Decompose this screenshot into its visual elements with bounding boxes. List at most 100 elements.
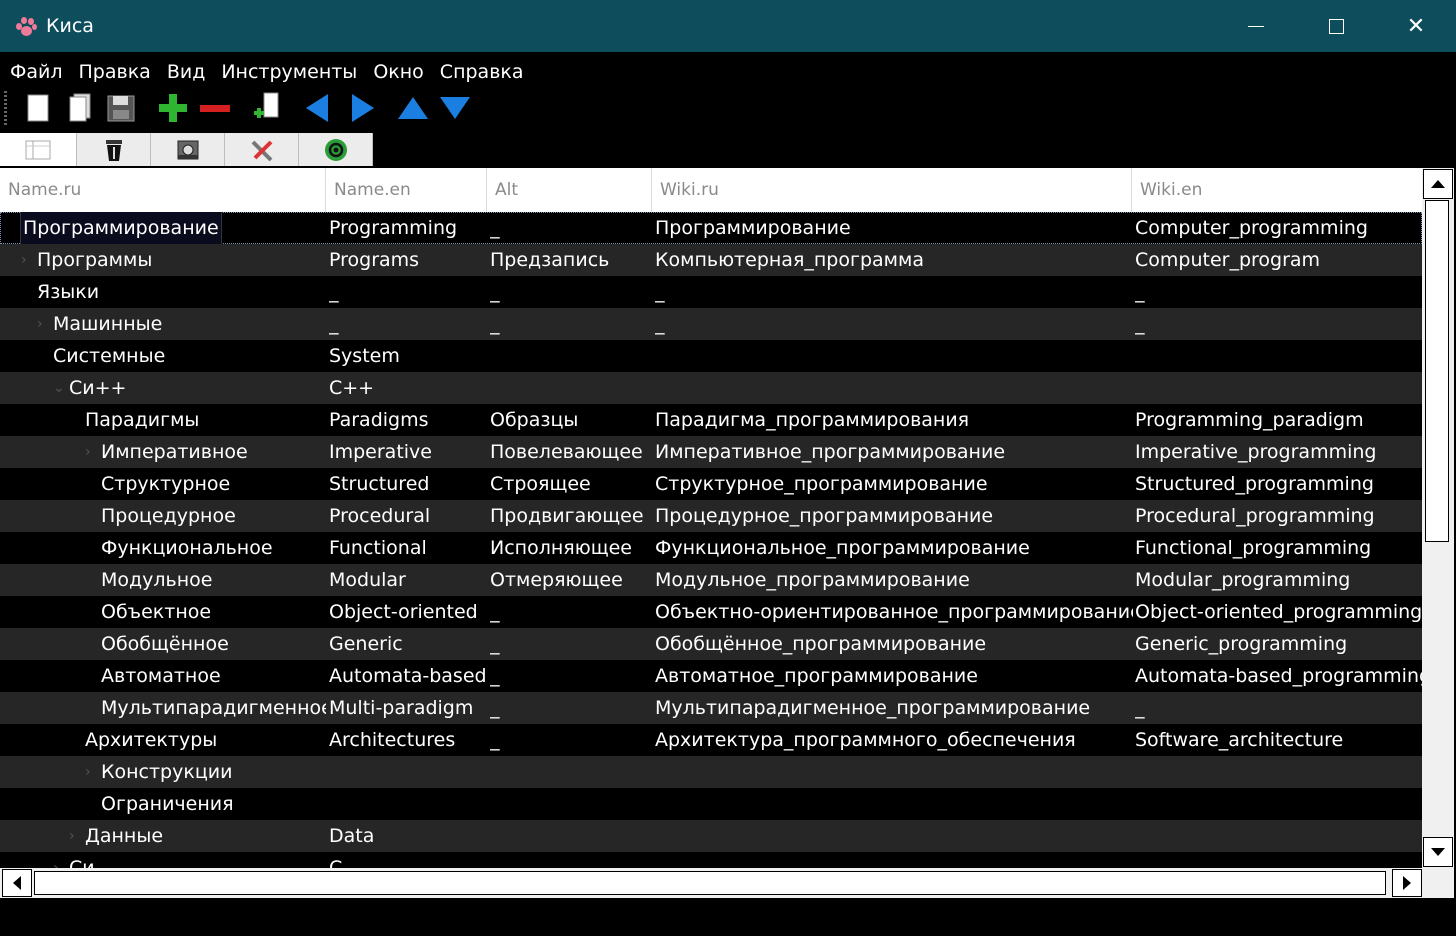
tree-item-label: Обобщённое [101,633,229,655]
table-row[interactable]: Модульное Modular Отмеряющее Модульное_прог… [0,564,1422,596]
tree-item-label: Машинные [53,313,163,335]
column-header-wiki-ru[interactable]: Wiki.ru [652,168,1132,212]
scroll-up-button[interactable] [1423,169,1453,199]
cell-alt: _ [490,601,500,623]
cell-name-ru: › Императивное [0,436,326,468]
menu-help[interactable]: Справка [440,61,524,83]
column-header-name-en[interactable]: Name.en [326,168,487,212]
tree-item-label: Структурное [101,473,231,495]
table-row[interactable]: Языки _ _ _ _ [0,276,1422,308]
back-arrow-icon [306,94,328,122]
cell-alt: _ [490,313,500,335]
cell-name-ru: › Программы [0,244,326,276]
add-button[interactable] [156,91,190,125]
collapse-arrow-icon[interactable]: › [21,244,35,276]
back-button[interactable] [302,91,336,125]
open-document-button[interactable] [64,91,98,125]
cell-name-en: C++ [329,377,375,399]
open-document-icon [69,93,91,122]
import-button[interactable] [250,91,284,125]
tab-list[interactable] [0,133,77,166]
tree-table[interactable]: Name.ru Name.en Alt Wiki.ru Wiki.en Прог… [0,168,1422,868]
close-button[interactable]: ✕ [1376,0,1456,52]
cell-name-en: Object-oriented [329,601,478,623]
scroll-right-button[interactable] [1392,869,1422,897]
table-row[interactable]: Мультипарадигменное Multi-paradigm _ Мульти… [0,692,1422,724]
cell-wiki-en: Computer_program [1135,249,1321,271]
cell-wiki-en [1135,372,1422,404]
table-row[interactable]: Процедурное Procedural Продвигающее Процеду… [0,500,1422,532]
tree-item-label: Языки [37,281,100,303]
table-row[interactable]: Автоматное Automata-based _ Автоматное_прог… [0,660,1422,692]
cell-wiki-ru: _ [655,313,665,335]
table-row[interactable]: › Конструкции [0,756,1422,788]
cell-wiki-ru: Функциональное_программирование [655,537,1030,559]
table-header: Name.ru Name.en Alt Wiki.ru Wiki.en [0,168,1422,212]
table-row[interactable]: Программирование Programming _ Программиров… [0,212,1422,244]
cell-name-ru: Программирование [0,212,326,244]
tools-icon [251,140,272,161]
scroll-left-button[interactable] [2,869,32,897]
table-row[interactable]: Функциональное Functional Исполняющее Функц… [0,532,1422,564]
cell-alt: Отмеряющее [490,569,623,591]
horizontal-scroll-thumb[interactable] [34,871,1386,895]
vertical-scroll-thumb[interactable] [1425,200,1449,542]
table-row[interactable]: › Си C [0,852,1422,868]
cell-alt [490,820,652,852]
move-down-button[interactable] [438,91,472,125]
menu-tools[interactable]: Инструменты [221,61,357,83]
table-row[interactable]: › Программы Programs Предзапись Компьютерная… [0,244,1422,276]
cell-name-en: Procedural [329,505,431,527]
cell-wiki-ru [655,340,1133,372]
horizontal-scrollbar[interactable] [0,868,1422,898]
maximize-button[interactable] [1296,0,1376,52]
vertical-scrollbar[interactable] [1422,168,1454,868]
table-row[interactable]: Объектное Object-oriented _ Объектно-ориент… [0,596,1422,628]
cell-alt: _ [490,665,500,687]
expand-arrow-icon[interactable]: ⌄ [53,372,67,404]
collapse-arrow-icon[interactable]: › [37,308,51,340]
table-row[interactable]: › Машинные _ _ _ _ [0,308,1422,340]
cell-name-ru: › Машинные [0,308,326,340]
menu-file[interactable]: Файл [10,61,63,83]
table-row[interactable]: Обобщённое Generic _ Обобщённое_программиро… [0,628,1422,660]
menu-edit[interactable]: Правка [79,61,151,83]
scroll-down-button[interactable] [1423,837,1453,867]
save-button[interactable] [104,91,138,125]
collapse-arrow-icon[interactable]: › [85,756,99,788]
table-row[interactable]: › Данные Data [0,820,1422,852]
table-row[interactable]: Ограничения [0,788,1422,820]
table-row[interactable]: ⌄ Си++ C++ [0,372,1422,404]
menu-window[interactable]: Окно [373,61,423,83]
cell-wiki-en: Procedural_programming [1135,505,1375,527]
column-header-wiki-en[interactable]: Wiki.en [1132,168,1422,212]
tab-database[interactable] [151,133,225,166]
table-row[interactable]: Структурное Structured Строящее Структурное… [0,468,1422,500]
move-up-button[interactable] [396,91,430,125]
tab-trash[interactable] [77,133,151,166]
cell-wiki-en: _ [1135,281,1145,303]
collapse-arrow-icon[interactable]: › [53,852,67,868]
collapse-arrow-icon[interactable]: › [69,820,83,852]
table-row[interactable]: Архитектуры Architectures _ Архитектура_про… [0,724,1422,756]
table-row[interactable]: › Императивное Imperative Повелевающее Импер… [0,436,1422,468]
tree-item-label: Си++ [69,377,127,399]
table-row[interactable]: Системные System [0,340,1422,372]
cell-name-en: C [329,857,343,868]
forward-button[interactable] [344,91,378,125]
tab-email[interactable] [299,133,373,166]
table-row[interactable]: Парадигмы Paradigms Образцы Парадигма_прогр… [0,404,1422,436]
cell-wiki-en: Software_architecture [1135,729,1344,751]
column-header-alt[interactable]: Alt [487,168,652,212]
new-document-button[interactable] [22,91,56,125]
column-header-name-ru[interactable]: Name.ru [0,168,326,212]
tab-tools[interactable] [225,133,299,166]
minimize-button[interactable] [1216,0,1296,52]
collapse-arrow-icon[interactable]: › [85,436,99,468]
remove-button[interactable] [198,91,232,125]
cell-name-en: Paradigms [329,409,429,431]
database-icon [177,140,198,159]
toolbar-grip[interactable] [4,91,7,125]
menu-view[interactable]: Вид [167,61,206,83]
cell-alt [490,788,652,820]
